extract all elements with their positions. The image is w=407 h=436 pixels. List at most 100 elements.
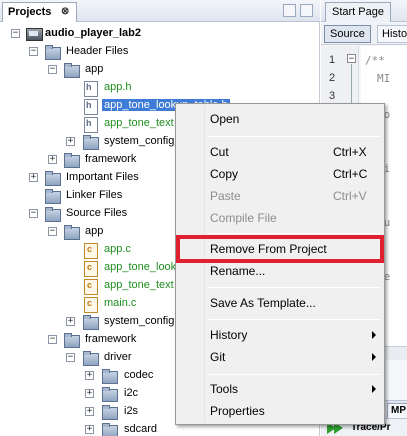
tab-projects[interactable]: Projects ⊗ — [2, 2, 77, 22]
expand-icon[interactable]: + — [85, 425, 94, 434]
tab-start-page[interactable]: Start Page — [325, 2, 391, 22]
expand-icon[interactable]: + — [29, 173, 38, 182]
folder-icon — [44, 206, 61, 222]
folder-label: i2s — [124, 405, 139, 417]
menu-separator — [208, 319, 380, 320]
submenu-arrow-icon — [372, 331, 376, 339]
menu-shortcut: Ctrl+C — [333, 167, 368, 181]
projects-tab-strip: Projects ⊗ — [0, 0, 320, 22]
expand-icon[interactable]: + — [66, 137, 75, 146]
source-file-icon — [82, 260, 98, 277]
folder-icon — [63, 332, 80, 348]
project-icon — [26, 26, 43, 41]
project-label: audio_player_lab2 — [45, 27, 141, 39]
collapse-icon[interactable]: − — [29, 47, 38, 56]
folder-label: app — [85, 225, 104, 237]
file-label: app_tone_text — [104, 279, 174, 291]
folder-icon — [101, 368, 118, 384]
menu-item-cut[interactable]: Cut Ctrl+X — [178, 141, 382, 163]
folder-icon — [44, 188, 61, 204]
expand-icon[interactable]: + — [85, 371, 94, 380]
menu-item-label: Cut — [210, 145, 229, 159]
folder-icon — [63, 152, 80, 168]
editor-tab-bar: Start Page — [321, 0, 407, 22]
expand-icon[interactable]: + — [85, 407, 94, 416]
menu-item-copy[interactable]: Copy Ctrl+C — [178, 163, 382, 185]
expand-icon[interactable]: + — [48, 155, 57, 164]
context-menu: Open Cut Ctrl+X Copy Ctrl+C Paste Ctrl+V… — [175, 103, 385, 425]
minimize-icon[interactable] — [283, 4, 296, 17]
collapse-icon[interactable]: − — [66, 353, 75, 362]
line-number: 2 — [329, 72, 336, 84]
menu-item-tools[interactable]: Tools — [178, 378, 382, 400]
menu-item-label: Compile File — [210, 211, 277, 225]
history-button[interactable]: Histo — [377, 25, 407, 43]
menu-item-label: Save As Template... — [210, 296, 316, 310]
submenu-arrow-icon — [372, 385, 376, 393]
tree-row-app-h[interactable]: app.h — [0, 79, 319, 97]
source-file-icon — [82, 242, 98, 259]
menu-item-paste[interactable]: Paste Ctrl+V — [178, 185, 382, 207]
menu-shortcut: Ctrl+X — [333, 145, 367, 159]
collapse-icon[interactable]: − — [48, 335, 57, 344]
header-file-icon — [82, 80, 98, 97]
collapse-icon[interactable]: − — [48, 227, 57, 236]
line-number: 1 — [329, 54, 336, 66]
header-files-label: Header Files — [66, 45, 129, 57]
folder-icon — [44, 44, 61, 60]
collapse-icon[interactable]: − — [48, 65, 57, 74]
folder-label: Important Files — [66, 171, 139, 183]
source-file-icon — [82, 278, 98, 295]
menu-item-label: History — [210, 328, 248, 342]
menu-separator — [208, 374, 380, 375]
folder-label: system_config — [104, 135, 175, 147]
submenu-arrow-icon — [372, 353, 376, 361]
tab-start-page-label: Start Page — [332, 6, 384, 18]
menu-item-label: Rename... — [210, 264, 266, 278]
folder-icon — [82, 134, 99, 150]
folder-icon — [63, 62, 80, 78]
folder-icon — [82, 314, 99, 330]
editor-toolbar: Source Histo — [321, 23, 407, 45]
folder-icon — [101, 404, 118, 420]
menu-item-git[interactable]: Git — [178, 346, 382, 368]
folder-icon — [44, 170, 61, 186]
header-file-icon — [82, 116, 98, 133]
menu-item-save-as-template[interactable]: Save As Template... — [178, 292, 382, 314]
tree-row-header-files[interactable]: − Header Files — [0, 43, 319, 61]
menu-separator — [208, 287, 380, 288]
folder-icon — [63, 224, 80, 240]
menu-separator — [208, 233, 380, 234]
expand-icon[interactable]: + — [66, 317, 75, 326]
source-button[interactable]: Source — [324, 25, 371, 43]
folder-label: framework — [85, 153, 137, 165]
collapse-icon[interactable]: − — [11, 29, 20, 38]
menu-item-label: Paste — [210, 189, 241, 203]
menu-separator — [208, 136, 380, 137]
file-label: app_tone_text — [104, 117, 174, 129]
tree-row-header-app[interactable]: − app — [0, 61, 319, 79]
fold-icon[interactable]: − — [347, 54, 356, 63]
menu-item-compile-file[interactable]: Compile File — [178, 207, 382, 229]
folder-icon — [101, 422, 118, 436]
maximize-icon[interactable] — [300, 4, 313, 17]
source-file-icon — [82, 296, 98, 313]
menu-shortcut: Ctrl+V — [333, 189, 367, 203]
folder-label: Linker Files — [66, 189, 123, 201]
file-label: app.c — [104, 243, 131, 255]
menu-item-properties[interactable]: Properties — [178, 400, 382, 422]
menu-item-history[interactable]: History — [178, 324, 382, 346]
tab-mp[interactable]: MP — [387, 403, 407, 419]
collapse-icon[interactable]: − — [29, 209, 38, 218]
menu-item-open[interactable]: Open — [178, 108, 382, 130]
menu-item-label: Open — [210, 112, 240, 126]
folder-label: i2c — [124, 387, 139, 399]
folder-label: framework — [85, 333, 137, 345]
tree-row-project[interactable]: − audio_player_lab2 — [0, 25, 319, 43]
close-icon[interactable]: ⊗ — [61, 6, 69, 17]
folder-label: sdcard — [124, 423, 158, 435]
folder-icon — [82, 350, 99, 366]
expand-icon[interactable]: + — [85, 389, 94, 398]
menu-item-rename[interactable]: Rename... — [178, 260, 382, 282]
file-label: app.h — [104, 81, 132, 93]
